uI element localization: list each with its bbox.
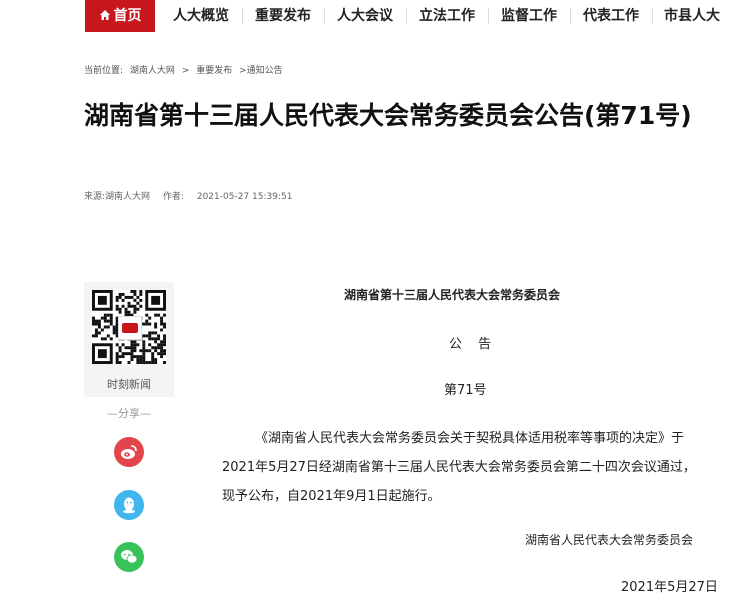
qq-share-button[interactable]	[114, 490, 144, 520]
nav-legislation[interactable]: 立法工作	[406, 0, 488, 32]
wechat-share-button[interactable]	[114, 542, 144, 572]
issue-date: 2021年5月27日	[621, 580, 718, 595]
wechat-icon	[121, 550, 138, 564]
nav-home-label: 首页	[113, 8, 142, 24]
issuing-org: 湖南省第十三届人民代表大会常务委员会	[344, 288, 561, 302]
notice-number: 第71号	[444, 383, 487, 398]
nav-meetings[interactable]: 人大会议	[324, 0, 406, 32]
article-time: 2021-05-27 15:39:51	[196, 192, 293, 202]
qr-code	[92, 290, 166, 364]
top-nav: 首页 人大概览 重要发布 人大会议 立法工作 监督工作 代表工作 市县人大	[0, 0, 732, 32]
qr-caption: 时刻新闻	[107, 378, 151, 391]
body-paragraph-line: 2021年5月27日经湖南省第十三届人民代表大会常务委员会第二十四次会议通过，	[222, 460, 696, 475]
nav-deputies[interactable]: 代表工作	[570, 0, 652, 32]
article-meta: 来源:湖南人大网 作者: 2021-05-27 15:39:51	[84, 189, 302, 202]
nav-supervision[interactable]: 监督工作	[488, 0, 570, 32]
body-paragraph-line: 现予公布，自2021年9月1日起施行。	[222, 489, 441, 504]
nav-counties[interactable]: 市县人大	[652, 0, 732, 32]
weibo-icon	[121, 445, 137, 459]
share-label: —分享—	[107, 407, 151, 420]
weibo-share-button[interactable]	[114, 437, 144, 467]
nav-releases[interactable]: 重要发布	[242, 0, 324, 32]
breadcrumb-separator: >	[181, 66, 190, 76]
article-source: 来源:湖南人大网	[84, 192, 151, 202]
article-author: 作者:	[162, 192, 184, 202]
qr-panel: 时刻新闻	[84, 282, 174, 397]
nav-home[interactable]: 首页	[85, 0, 155, 32]
breadcrumb-notice-link[interactable]: >通知公告	[239, 66, 283, 76]
breadcrumb-releases-link[interactable]: 重要发布	[196, 66, 232, 76]
app-logo-icon	[118, 316, 142, 340]
breadcrumb: 当前位置: 湖南人大网 > 重要发布 >通知公告	[84, 63, 287, 76]
nav-overview[interactable]: 人大概览	[160, 0, 242, 32]
home-icon	[99, 10, 110, 20]
breadcrumb-home-link[interactable]: 湖南人大网	[130, 66, 175, 76]
page-title: 湖南省第十三届人民代表大会常务委员会公告(第71号)	[84, 101, 692, 130]
qq-icon	[123, 497, 135, 514]
notice-heading: 公 告	[449, 337, 498, 352]
signature: 湖南省人民代表大会常务委员会	[525, 533, 694, 547]
breadcrumb-prefix: 当前位置:	[84, 66, 124, 76]
body-paragraph-line: 《湖南省人民代表大会常务委员会关于契税具体适用税率等事项的决定》于	[255, 431, 685, 446]
